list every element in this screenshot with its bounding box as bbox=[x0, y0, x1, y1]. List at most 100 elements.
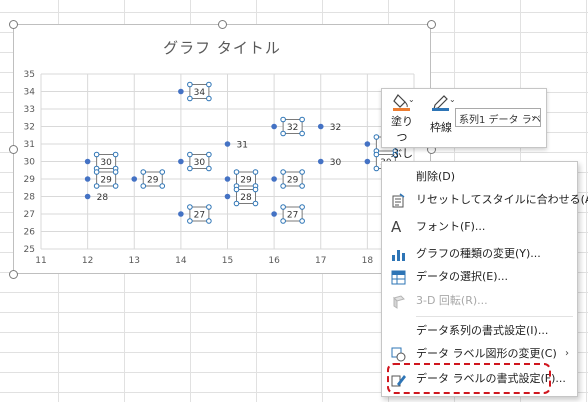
series-element-dropdown[interactable]: 系列1 データ ラベ ⌄ bbox=[455, 108, 541, 127]
resize-handle-top-left[interactable] bbox=[9, 20, 18, 29]
data-label-selected: 28 bbox=[233, 186, 259, 207]
x-tick-label: 17 bbox=[315, 256, 326, 266]
select-data-icon bbox=[391, 270, 406, 285]
menu-item-format-data-series[interactable]: データ系列の書式設定(I)... bbox=[382, 320, 577, 342]
format-mini-toolbar: ⌄ 塗りつ ぶし ⌄ 枠線 系列1 データ ラベ ⌄ bbox=[381, 88, 547, 160]
data-label-handle bbox=[187, 95, 193, 102]
data-label-handle bbox=[280, 218, 286, 224]
data-label-handle bbox=[252, 169, 259, 175]
menu-item-font[interactable]: A フォント(F)... bbox=[382, 216, 577, 238]
menu-item-label: リセットしてスタイルに合わせる(A) bbox=[416, 193, 588, 206]
data-label-selected: 27 bbox=[187, 204, 212, 224]
data-label-handle bbox=[252, 186, 259, 193]
data-labels: 302928293430273129283229273230330 bbox=[93, 81, 399, 224]
data-label-handle bbox=[373, 165, 380, 172]
data-label-handle bbox=[206, 81, 212, 88]
data-label-text: 30 bbox=[194, 158, 206, 168]
data-label-handle bbox=[159, 183, 166, 189]
resize-handle-top-middle[interactable] bbox=[218, 20, 227, 29]
data-label-handle bbox=[233, 200, 240, 207]
data-label-handle bbox=[187, 165, 193, 172]
data-point bbox=[317, 158, 324, 165]
data-label-handle bbox=[299, 218, 305, 224]
x-tick-label: 14 bbox=[175, 256, 187, 266]
outline-dropdown-caret[interactable]: ⌄ bbox=[449, 95, 456, 104]
data-label-text: 29 bbox=[287, 176, 299, 186]
data-label-selected: 27 bbox=[280, 204, 305, 224]
data-label-text: 27 bbox=[194, 211, 205, 221]
series-select-value: 系列1 データ ラベ bbox=[459, 115, 541, 126]
scatter-plot[interactable]: 2526272829303132333435111213141516171819… bbox=[14, 25, 432, 275]
data-label-handle bbox=[206, 95, 212, 102]
data-point bbox=[271, 176, 277, 182]
y-tick-label: 35 bbox=[24, 70, 35, 80]
data-label-text: 29 bbox=[240, 176, 252, 186]
data-label-handle bbox=[112, 151, 119, 158]
x-tick-label: 13 bbox=[129, 256, 140, 266]
chevron-right-icon: › bbox=[565, 348, 569, 359]
data-point bbox=[131, 176, 138, 182]
data-label-text: 29 bbox=[147, 176, 159, 186]
x-tick-label: 16 bbox=[268, 256, 280, 266]
data-label: 28 bbox=[97, 193, 109, 203]
outline-label: 枠線 bbox=[430, 121, 452, 134]
data-label-handle bbox=[159, 169, 166, 175]
data-label-handle bbox=[93, 169, 100, 175]
fill-dropdown-caret[interactable]: ⌄ bbox=[408, 95, 415, 104]
data-label-text: 27 bbox=[287, 211, 298, 221]
menu-item-change-label-shape[interactable]: データ ラベル図形の変更(C) › bbox=[382, 343, 577, 365]
data-point bbox=[364, 141, 371, 147]
fill-button[interactable]: ⌄ 塗りつ ぶし bbox=[386, 93, 418, 161]
menu-item-reset-style[interactable]: リセットしてスタイルに合わせる(A) bbox=[382, 189, 588, 211]
y-tick-label: 26 bbox=[24, 228, 36, 238]
data-label-handle bbox=[187, 218, 193, 224]
resize-handle-middle-left[interactable] bbox=[9, 145, 18, 154]
data-label-handle bbox=[187, 81, 193, 88]
chevron-down-icon: ⌄ bbox=[530, 111, 537, 120]
data-point bbox=[364, 158, 371, 165]
x-tick-label: 12 bbox=[82, 256, 93, 266]
data-label-handle bbox=[233, 186, 240, 193]
data-label-text: 34 bbox=[194, 88, 206, 98]
menu-item-label: データの選択(E)... bbox=[416, 270, 509, 283]
menu-item-label: データ ラベル図形の変更(C) bbox=[416, 347, 557, 360]
data-label-handle bbox=[206, 204, 212, 210]
menu-separator bbox=[416, 316, 573, 317]
chart-area[interactable]: グラフ タイトル 25 26 27 28 29 30 31 32 33 34 35 11 12 13 14 1… bbox=[13, 24, 431, 274]
highlight-annotation bbox=[387, 363, 551, 394]
resize-handle-bottom-left[interactable] bbox=[9, 270, 18, 279]
context-menu: 削除(D) リセットしてスタイルに合わせる(A) A フォント(F)... グラ… bbox=[381, 161, 588, 397]
y-tick-label: 32 bbox=[24, 123, 35, 133]
reset-style-icon bbox=[392, 193, 405, 208]
font-icon: A bbox=[391, 218, 402, 236]
data-label-selected: 30 bbox=[93, 151, 119, 172]
data-label-handle bbox=[280, 169, 286, 175]
data-label-text: 29 bbox=[100, 176, 112, 186]
data-label-selected: 30 bbox=[187, 151, 212, 172]
data-label-handle bbox=[206, 218, 212, 224]
data-label-handle bbox=[280, 116, 286, 123]
menu-item-3d-rotation[interactable]: 3-D 回転(R)... bbox=[382, 290, 577, 312]
x-tick-label: 15 bbox=[222, 256, 233, 266]
fill-label: 塗りつ bbox=[391, 115, 413, 144]
axis-ticks: 2526272829303132333435111213141516171819 bbox=[24, 70, 420, 266]
menu-item-change-chart-type[interactable]: グラフの種類の変更(Y)... bbox=[382, 243, 577, 265]
data-label-text: 32 bbox=[287, 123, 298, 133]
data-point bbox=[84, 176, 91, 182]
y-tick-label: 34 bbox=[24, 88, 36, 98]
fill-label-line2: ぶし bbox=[391, 147, 413, 160]
x-tick-label: 11 bbox=[35, 256, 46, 266]
menu-item-delete[interactable]: 削除(D) bbox=[382, 166, 577, 188]
menu-item-label: フォント(F)... bbox=[416, 220, 486, 233]
data-label: 31 bbox=[237, 141, 248, 151]
y-tick-label: 31 bbox=[24, 140, 35, 150]
menu-item-select-data[interactable]: データの選択(E)... bbox=[382, 266, 577, 288]
data-label-handle bbox=[187, 204, 193, 210]
outline-button[interactable]: ⌄ 枠線 bbox=[426, 93, 456, 135]
data-label-handle bbox=[280, 204, 286, 210]
data-point bbox=[271, 211, 277, 217]
data-label-handle bbox=[140, 183, 147, 189]
data-label-handle bbox=[206, 151, 212, 158]
data-label: 30 bbox=[330, 158, 342, 168]
resize-handle-top-right[interactable] bbox=[427, 20, 436, 29]
